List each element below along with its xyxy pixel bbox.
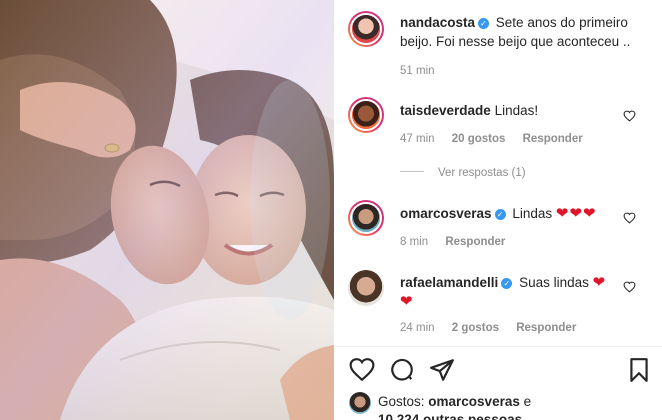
comment-meta: 8 min Responder [400, 236, 519, 248]
heart-outline-icon[interactable] [349, 357, 375, 383]
comment-text-row: omarcosveras ✓ Lindas ❤❤❤ [400, 204, 597, 223]
liker-username[interactable]: omarcosveras [428, 394, 520, 409]
likes-others[interactable]: 10.224 outras pessoas [378, 412, 522, 420]
likes-conjunction: e [519, 394, 532, 409]
comment-bubble-icon[interactable] [389, 357, 415, 383]
actions-divider [334, 346, 662, 347]
caption-time: 51 min [400, 65, 435, 77]
liker-avatar[interactable] [349, 392, 371, 414]
reply-button[interactable]: Responder [516, 322, 576, 334]
bookmark-icon[interactable] [626, 357, 652, 383]
comment-time: 8 min [400, 236, 429, 248]
heart-emoji: ❤ [592, 274, 607, 291]
comment-likes[interactable]: 20 gostos [452, 133, 506, 145]
author-username[interactable]: nandacosta [400, 15, 475, 30]
likes-summary: Gostos: omarcosveras e 10.224 outras pes… [378, 393, 531, 420]
comment-text: Lindas! [494, 103, 539, 118]
view-replies-button[interactable]: Ver respostas (1) [400, 167, 526, 179]
comment-time: 24 min [400, 322, 435, 334]
caption-meta: 51 min [400, 65, 449, 77]
comment-likes[interactable]: 2 gostos [452, 322, 499, 334]
comment-text: Lindas [512, 206, 553, 221]
verified-badge-icon: ✓ [501, 278, 513, 289]
heart-outline-icon[interactable] [623, 110, 636, 122]
heart-emoji: ❤ [400, 293, 414, 310]
comment-username[interactable]: rafaelamandelli [400, 275, 498, 290]
heart-outline-icon[interactable] [623, 212, 636, 224]
comment-username[interactable]: taisdeverdade [400, 103, 491, 118]
comment-text-row: taisdeverdade Lindas! [400, 101, 538, 120]
comment-time: 47 min [400, 133, 435, 145]
likes-prefix: Gostos: [378, 394, 429, 409]
photo-illustration [0, 0, 334, 420]
reply-button[interactable]: Responder [523, 133, 583, 145]
author-avatar[interactable] [348, 11, 384, 47]
verified-badge-icon: ✓ [478, 18, 490, 29]
comment-avatar[interactable] [348, 270, 384, 306]
post-photo[interactable] [0, 0, 334, 420]
comment-text-row: rafaelamandelli ✓ Suas lindas ❤ ❤ [400, 273, 640, 311]
comment-meta: 47 min 20 gostos Responder [400, 133, 597, 145]
comment-meta: 24 min 2 gostos Responder [400, 322, 590, 334]
post-caption: nandacosta ✓ Sete anos do primeiro beijo.… [400, 13, 650, 51]
heart-outline-icon[interactable] [623, 281, 636, 293]
comment-username[interactable]: omarcosveras [400, 206, 492, 221]
reply-button[interactable]: Responder [445, 236, 505, 248]
comments-panel: nandacosta ✓ Sete anos do primeiro beijo.… [334, 0, 662, 420]
verified-badge-icon: ✓ [494, 209, 506, 220]
paper-plane-icon[interactable] [429, 357, 455, 383]
comment-text: Suas lindas [519, 275, 589, 290]
comment-avatar[interactable] [348, 97, 384, 133]
replies-divider [400, 171, 424, 172]
comment-avatar[interactable] [348, 200, 384, 236]
heart-emoji: ❤❤❤ [555, 205, 597, 222]
